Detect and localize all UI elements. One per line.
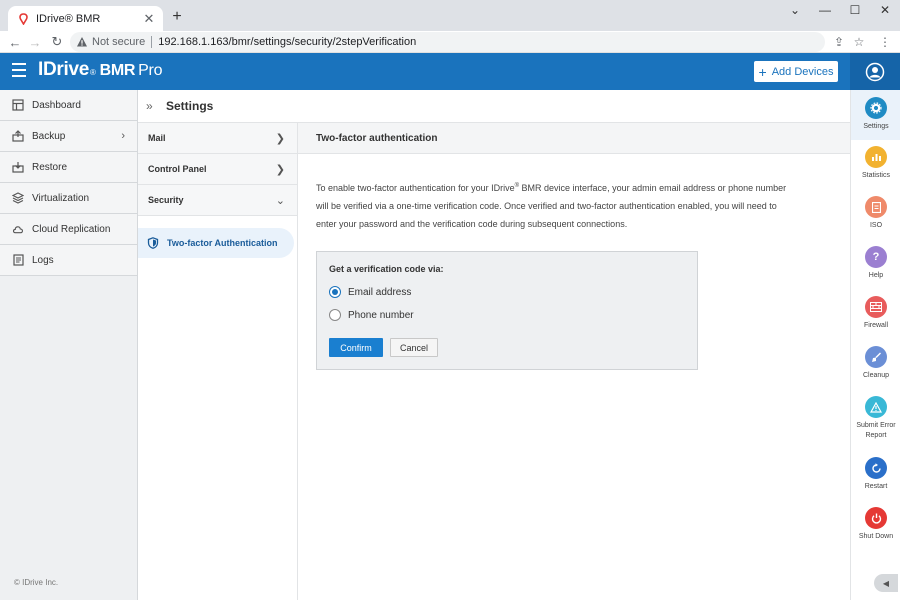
- page-title: Settings: [166, 99, 214, 113]
- help-icon: ?: [865, 246, 887, 268]
- virtualization-icon: [12, 192, 24, 204]
- chevron-right-icon: ›: [121, 130, 125, 142]
- forward-icon[interactable]: →: [26, 33, 44, 51]
- idrive-favicon-icon: [17, 12, 29, 25]
- bookmark-star-icon[interactable]: ☆: [850, 33, 868, 51]
- settings-sub-nav: Mail ❯ Control Panel ❯ Security ⌄ Two-fa…: [138, 123, 298, 600]
- sidebar-item-restore[interactable]: Restore: [0, 152, 137, 183]
- app-header: IDrive ® BMR Pro + Add Devices: [0, 53, 850, 90]
- browser-tab-bar: IDrive® BMR ✕ + ⌄ — ☐ ✕: [0, 0, 900, 31]
- backup-icon: [12, 130, 24, 142]
- iso-file-icon: [865, 196, 887, 218]
- sidebar-item-backup[interactable]: Backup ›: [0, 121, 137, 152]
- rail-item-submit-error-report[interactable]: Submit Error Report: [851, 396, 900, 441]
- logs-icon: [12, 254, 24, 266]
- phone-radio[interactable]: [329, 309, 341, 321]
- tab-title: IDrive® BMR: [36, 12, 101, 25]
- address-bar: ← → ↻ Not secure 192.168.1.163/bmr/setti…: [0, 31, 900, 53]
- phone-option-label: Phone number: [348, 309, 414, 321]
- subnav-item-two-factor-authentication[interactable]: Two-factor Authentication: [138, 228, 294, 258]
- rail-item-settings[interactable]: Settings: [851, 90, 900, 140]
- confirm-button[interactable]: Confirm: [329, 338, 383, 357]
- cloud-icon: [12, 223, 24, 235]
- hamburger-menu-icon[interactable]: [12, 63, 26, 77]
- chevron-down-icon: ⌄: [275, 194, 285, 207]
- plus-icon: +: [758, 63, 767, 80]
- new-tab-icon[interactable]: +: [168, 8, 186, 26]
- collapse-rail-icon[interactable]: ◀: [874, 574, 898, 592]
- rail-item-iso[interactable]: ISO: [851, 196, 900, 231]
- user-icon: [865, 62, 885, 81]
- add-devices-label: Add Devices: [771, 65, 834, 78]
- restore-icon: [12, 161, 24, 173]
- security-label: Not secure: [92, 36, 146, 48]
- not-secure-indicator[interactable]: Not secure: [76, 36, 145, 48]
- minimize-icon[interactable]: —: [810, 0, 840, 20]
- browser-tab[interactable]: IDrive® BMR ✕: [8, 6, 163, 31]
- email-radio[interactable]: [329, 286, 341, 298]
- warning-icon: [77, 37, 87, 47]
- sidebar-item-virtualization[interactable]: Virtualization: [0, 183, 137, 214]
- restart-icon: [865, 457, 887, 479]
- two-factor-description: To enable two-factor authentication for …: [316, 183, 787, 229]
- verification-method-panel: Get a verification code via: Email addre…: [316, 251, 698, 370]
- email-option[interactable]: Email address: [329, 286, 411, 298]
- close-window-icon[interactable]: ✕: [870, 0, 900, 20]
- close-tab-icon[interactable]: ✕: [141, 11, 157, 27]
- tab-search-icon[interactable]: ⌄: [780, 0, 810, 20]
- warning-icon: [865, 396, 887, 418]
- subnav-item-control-panel[interactable]: Control Panel ❯: [138, 154, 297, 185]
- sidebar-item-logs[interactable]: Logs: [0, 245, 137, 276]
- add-devices-button[interactable]: + Add Devices: [754, 61, 838, 82]
- email-option-label: Email address: [348, 286, 412, 298]
- rail-item-help[interactable]: ? Help: [851, 246, 900, 281]
- power-icon: [865, 507, 887, 529]
- section-heading: Two-factor authentication: [298, 123, 850, 154]
- rail-item-firewall[interactable]: Firewall: [851, 296, 900, 331]
- back-icon[interactable]: ←: [6, 33, 24, 51]
- sidebar-item-cloud-replication[interactable]: Cloud Replication: [0, 214, 137, 245]
- copyright-text: © IDrive Inc.: [14, 578, 59, 587]
- user-account-button[interactable]: [850, 53, 900, 90]
- url-text: 192.168.1.163/bmr/settings/security/2ste…: [158, 36, 417, 48]
- gear-icon: [865, 97, 887, 119]
- settings-title-bar: » Settings: [138, 90, 850, 123]
- browser-menu-icon[interactable]: ⋮: [876, 33, 894, 51]
- shield-icon: [147, 237, 159, 249]
- idrive-bmr-pro-logo: IDrive ® BMR Pro: [38, 59, 163, 80]
- chevron-right-icon: ❯: [275, 163, 285, 176]
- maximize-icon[interactable]: ☐: [840, 0, 870, 20]
- rail-item-shut-down[interactable]: Shut Down: [851, 507, 900, 542]
- main-sidebar: Dashboard Backup › Restore Virtualizatio…: [0, 90, 138, 600]
- cancel-button[interactable]: Cancel: [390, 338, 438, 357]
- dashboard-icon: [12, 99, 24, 111]
- two-factor-content: Two-factor authentication To enable two-…: [298, 123, 850, 600]
- reload-icon[interactable]: ↻: [48, 33, 66, 51]
- rail-item-restart[interactable]: Restart: [851, 457, 900, 492]
- share-icon[interactable]: ⇪: [830, 33, 848, 51]
- right-action-rail: Settings Statistics ISO ? Help Firewall …: [850, 90, 900, 600]
- url-omnibox[interactable]: Not secure 192.168.1.163/bmr/settings/se…: [70, 32, 825, 52]
- double-chevron-right-icon[interactable]: »: [146, 99, 160, 113]
- verification-title: Get a verification code via:: [329, 264, 444, 274]
- subnav-item-mail[interactable]: Mail ❯: [138, 123, 297, 154]
- cleanup-icon: [865, 346, 887, 368]
- rail-item-statistics[interactable]: Statistics: [851, 146, 900, 181]
- chevron-right-icon: ❯: [275, 132, 285, 145]
- subnav-item-security[interactable]: Security ⌄: [138, 185, 297, 216]
- omnibox-separator: [151, 36, 153, 48]
- rail-item-cleanup[interactable]: Cleanup: [851, 346, 900, 381]
- phone-option[interactable]: Phone number: [329, 309, 414, 321]
- bar-chart-icon: [865, 146, 887, 168]
- sidebar-item-dashboard[interactable]: Dashboard: [0, 90, 137, 121]
- firewall-icon: [865, 296, 887, 318]
